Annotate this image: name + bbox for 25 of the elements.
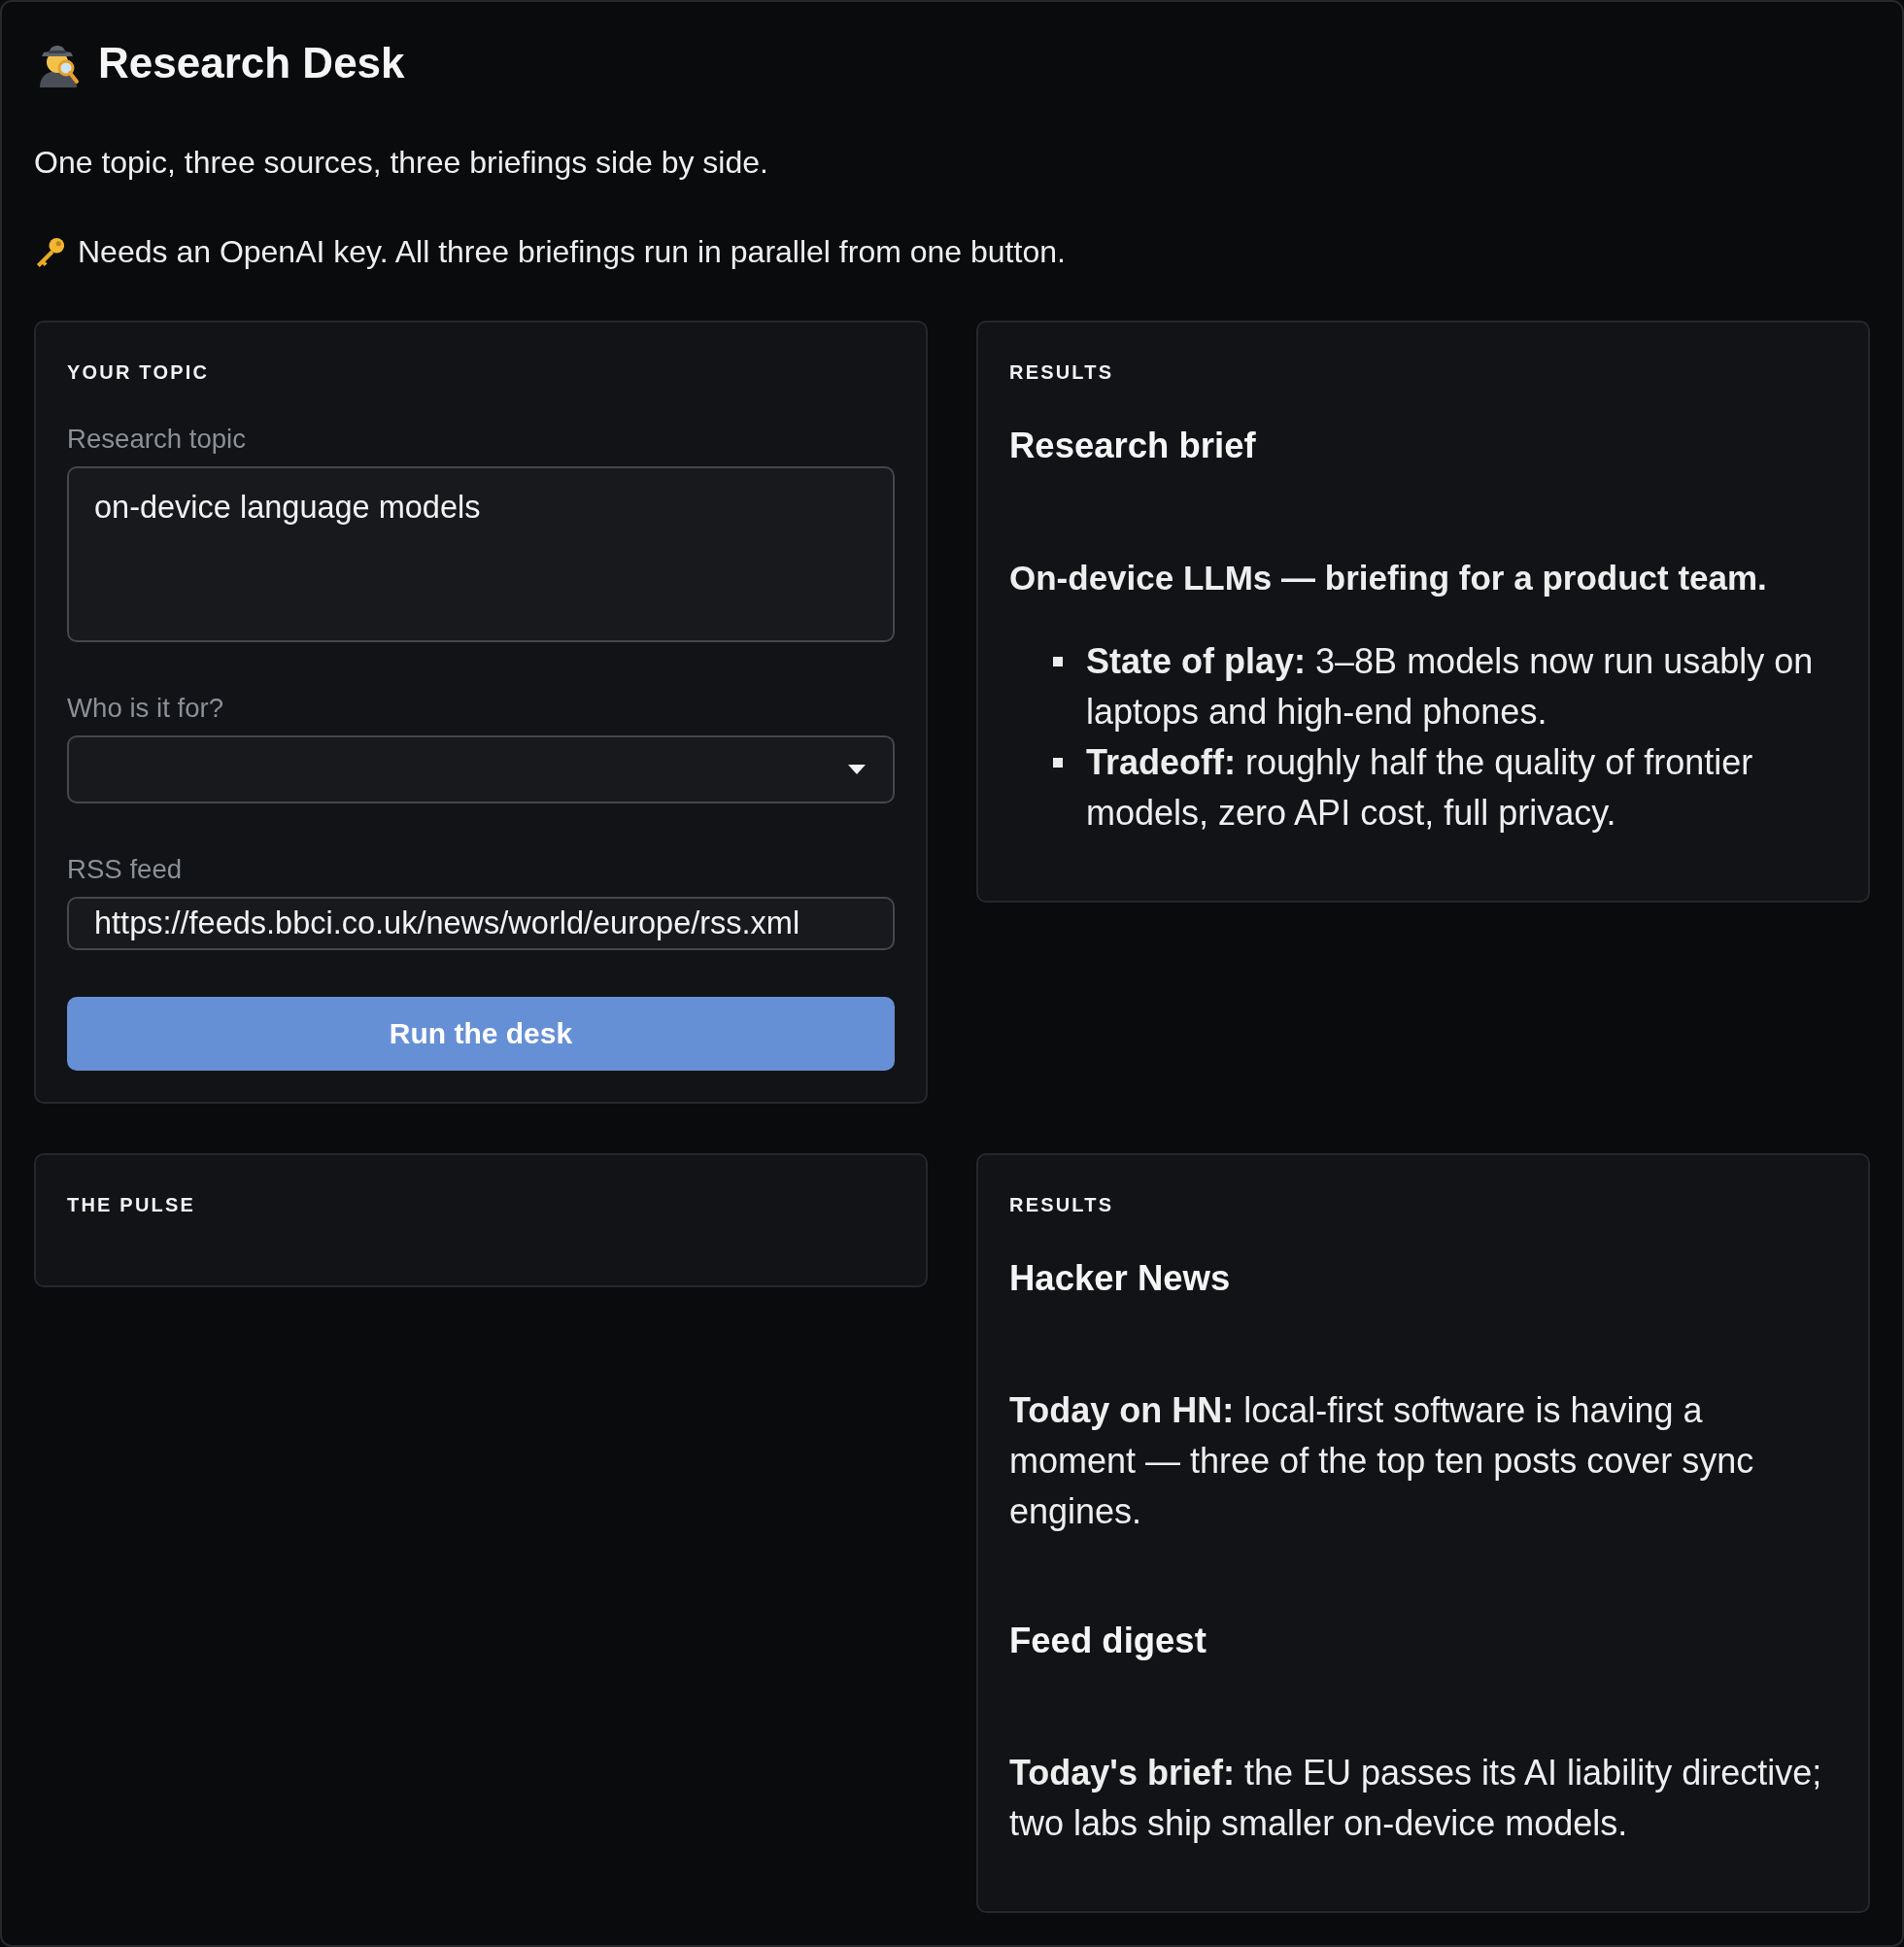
- note-text: Needs an OpenAI key. All three briefings run in parallel from one button.: [78, 233, 1066, 271]
- list-item-text: State of play: 3–8B models now run usably on laptops and high-end phones.: [1086, 640, 1815, 734]
- page-title: Research Desk: [98, 38, 405, 88]
- paragraph-text: Today on HN: local-first software is having a moment — three of the top ten posts cover sync engines.: [1009, 1389, 1755, 1533]
- field-label: Who is it for?: [67, 692, 224, 725]
- section-heading: Research brief: [1009, 425, 1257, 467]
- topic-textarea[interactable]: on-device language models: [67, 466, 895, 642]
- audience-select[interactable]: [67, 735, 895, 803]
- field-label: Research topic: [67, 423, 248, 456]
- rss-feed-input[interactable]: https://feeds.bbci.co.uk/news/world/europe/rss.xml: [67, 897, 895, 950]
- section-heading: Feed digest: [1009, 1620, 1207, 1662]
- panel-heading: YOUR TOPIC: [67, 360, 211, 384]
- field-label: RSS feed: [67, 853, 184, 886]
- panel-heading: RESULTS: [1009, 1193, 1115, 1216]
- panel-heading: RESULTS: [1009, 360, 1115, 384]
- list-item-text: Tradeoff: roughly half the quality of frontier models, zero API cost, full privacy.: [1086, 741, 1754, 835]
- square-bullet-icon: [1053, 657, 1063, 666]
- section-heading: Hacker News: [1009, 1257, 1232, 1300]
- lead-text: On-device LLMs — briefing for a product team.: [1009, 558, 1768, 598]
- panel-heading: THE PULSE: [67, 1193, 197, 1216]
- key-icon: [34, 235, 66, 268]
- square-bullet-icon: [1053, 758, 1063, 768]
- caret-icon: [848, 765, 866, 774]
- intro-text: One topic, three sources, three briefings side by side.: [34, 144, 769, 182]
- paragraph-text: Today's brief: the EU passes its AI liability directive; two labs ship smaller on-device models.: [1009, 1752, 1823, 1845]
